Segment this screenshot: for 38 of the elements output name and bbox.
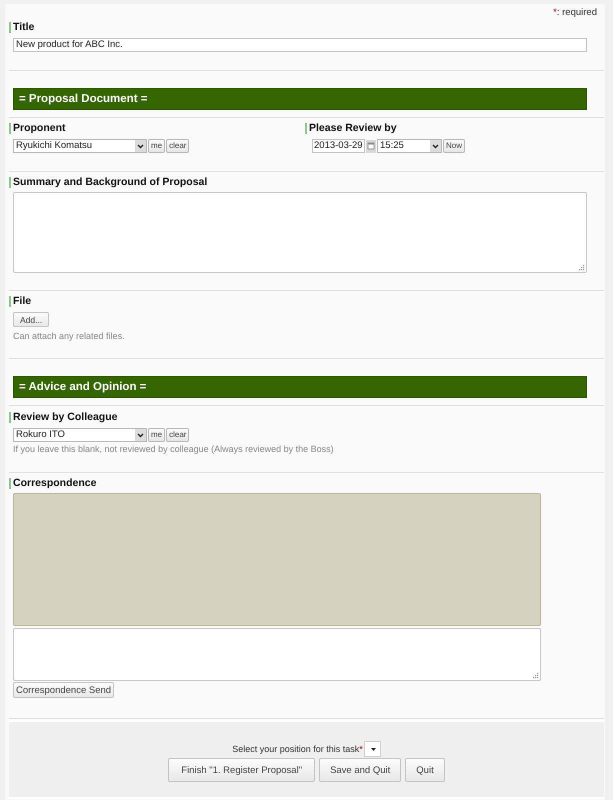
position-label: Select your position for this task* — [232, 744, 363, 754]
save-quit-button[interactable]: Save and Quit — [319, 758, 402, 782]
field-label: Correspondence — [9, 478, 96, 489]
send-button[interactable]: Correspondence Send — [13, 682, 114, 698]
message-textarea[interactable] — [13, 628, 541, 681]
clear-button[interactable]: clear — [166, 428, 190, 442]
section-heading: = Proposal Document = — [13, 88, 587, 110]
resize-grip-icon[interactable] — [533, 673, 539, 679]
user-select[interactable]: Rokuro ITO — [13, 428, 147, 442]
me-button[interactable]: me — [148, 428, 166, 442]
clear-button[interactable]: clear — [166, 139, 190, 153]
required-note: *: required — [553, 7, 597, 18]
add-file-button[interactable]: Add... — [13, 312, 50, 327]
field-label: File — [9, 296, 32, 307]
caret-icon — [430, 140, 441, 152]
caret-icon — [135, 140, 146, 152]
hint-text: If you leave this blank, not reviewed by colleague (Always reviewed by the Boss) — [13, 444, 334, 455]
me-button[interactable]: me — [148, 139, 166, 153]
field-label: Summary and Background of Proposal — [9, 177, 208, 188]
resize-grip-icon[interactable] — [579, 265, 585, 271]
user-select[interactable]: Ryukichi Komatsu — [13, 139, 147, 153]
title-input[interactable]: New product for ABC Inc. — [13, 38, 587, 52]
date-field[interactable]: 2013-03-29 — [312, 139, 365, 153]
caret-icon — [135, 429, 146, 441]
caret-icon — [370, 748, 376, 750]
time-select[interactable]: 15:25 — [377, 139, 442, 153]
field-label: Proponent — [9, 123, 66, 134]
position-select[interactable] — [364, 741, 381, 757]
finish-button[interactable]: Finish "1. Register Proposal" — [168, 758, 316, 782]
section-heading: = Advice and Opinion = — [13, 376, 587, 398]
calendar-icon[interactable] — [366, 140, 376, 152]
field-label: Title — [9, 22, 34, 33]
field-label: Review by Colleague — [9, 412, 118, 423]
now-button[interactable]: Now — [443, 139, 466, 153]
summary-textarea[interactable] — [13, 192, 587, 273]
hint-text: Can attach any related files. — [13, 331, 125, 342]
field-label: Please Review by — [305, 123, 397, 134]
quit-button[interactable]: Quit — [405, 758, 445, 782]
